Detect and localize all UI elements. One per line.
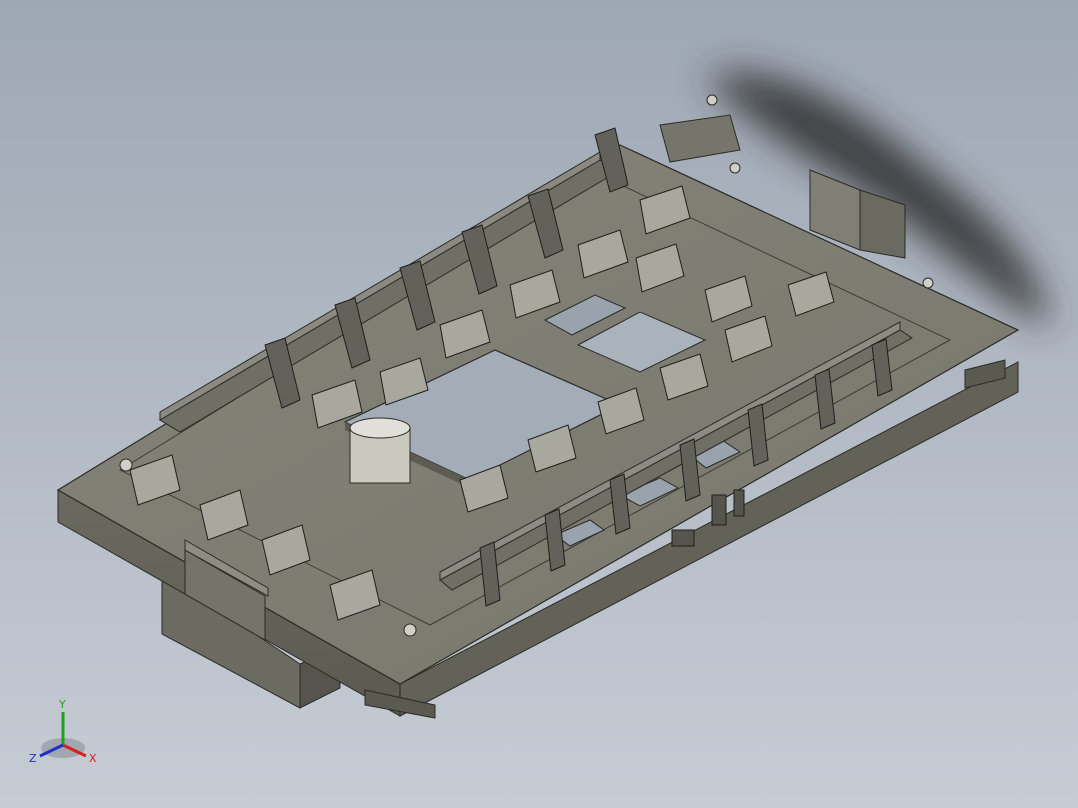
connector-panel [733,489,745,517]
triad-y-label: Y [58,698,66,711]
connector-panel [711,494,727,526]
connector-panel [671,529,695,547]
cad-graphics-viewport[interactable]: X Y Z [0,0,1078,808]
fixture-assembly-model[interactable] [0,0,1078,808]
orientation-triad: X Y Z [29,698,97,765]
end-block [659,114,741,163]
triad-z-label: Z [29,752,37,765]
triad-x-label: X [89,752,97,765]
